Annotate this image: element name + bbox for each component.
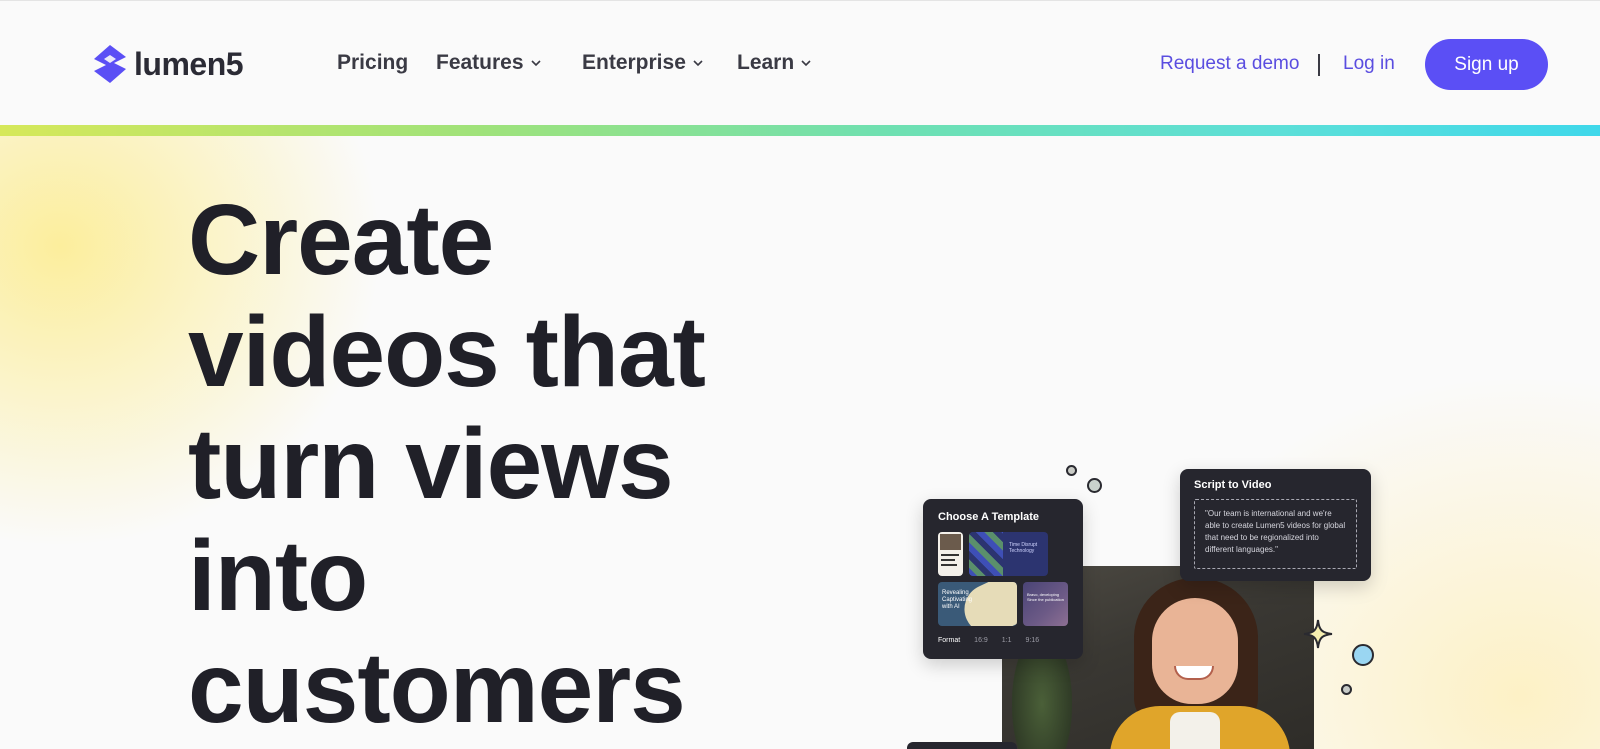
thumb-image [940, 534, 961, 550]
thumb-2-text: Time Disrupt Technology [1009, 542, 1038, 554]
format-option-1-1: 1:1 [1001, 637, 1012, 644]
nav-pricing-label: Pricing [337, 51, 409, 74]
hero-section: Create videos that turn views into custo… [0, 136, 1600, 749]
logo-text: lumen5 [134, 46, 244, 82]
photo-face [1152, 598, 1238, 704]
nav-features-label: Features [436, 51, 524, 74]
decor-dot [1341, 684, 1352, 695]
bottom-card-edge [907, 742, 1017, 749]
nav-pricing[interactable]: Pricing [337, 51, 408, 75]
headline-line-4: into [188, 520, 368, 632]
headline-line-5: customers [188, 632, 686, 744]
thumb-line [941, 554, 959, 556]
photo-shirt [1170, 712, 1220, 749]
headline-line-1: Create [188, 184, 494, 296]
top-navigation: lumen5 Pricing Features Enterprise Learn… [0, 0, 1600, 125]
login-link[interactable]: Log in [1343, 53, 1395, 75]
thumb-4-text: Bravo, developing Since the publication [1027, 592, 1064, 602]
chevron-down-icon [693, 60, 703, 67]
nav-divider [1318, 54, 1320, 76]
headline-line-3: turn views [188, 408, 674, 520]
thumb-pattern [969, 532, 1003, 576]
photo-plant [1012, 656, 1072, 749]
script-quote: "Our team is international and we're abl… [1194, 499, 1357, 569]
thumb-line [941, 559, 955, 561]
hero-headline: Create videos that turn views into custo… [188, 184, 808, 744]
thumb-line [941, 564, 957, 566]
lumen5-logo-icon [94, 45, 126, 83]
format-row: Format 16:9 1:1 9:16 [938, 637, 1039, 644]
script-card-title: Script to Video [1194, 479, 1272, 491]
format-label: Format [938, 637, 961, 644]
nav-enterprise-label: Enterprise [582, 51, 686, 74]
gradient-divider [0, 125, 1600, 136]
sparkle-icon [1303, 619, 1333, 649]
logo-link[interactable]: lumen5 [90, 43, 244, 85]
format-option-9-16: 9:16 [1025, 637, 1040, 644]
template-thumb-3: Revealing Captivating with AI [938, 582, 1017, 626]
template-thumb-4: Bravo, developing Since the publication [1023, 582, 1068, 626]
decor-dot [1066, 465, 1077, 476]
chevron-down-icon [530, 60, 541, 67]
decor-dot [1087, 478, 1102, 493]
template-thumb-2: Time Disrupt Technology [969, 532, 1048, 576]
signup-button[interactable]: Sign up [1425, 39, 1548, 90]
request-demo-link[interactable]: Request a demo [1160, 53, 1299, 75]
chevron-down-icon [801, 60, 811, 67]
nav-features[interactable]: Features [436, 51, 542, 75]
decor-dot [1352, 644, 1374, 666]
format-option-16-9: 16:9 [974, 637, 988, 644]
template-thumb-1 [938, 532, 963, 576]
script-to-video-card: Script to Video "Our team is internation… [1180, 469, 1371, 581]
nav-learn[interactable]: Learn [737, 51, 812, 75]
nav-learn-label: Learn [737, 51, 795, 74]
headline-line-2: videos that [188, 296, 706, 408]
nav-enterprise[interactable]: Enterprise [582, 51, 704, 75]
choose-template-card: Choose A Template Time Disrupt Technolog… [923, 499, 1083, 659]
thumb-3-text: Revealing Captivating with AI [942, 590, 973, 610]
template-card-title: Choose A Template [938, 511, 1040, 523]
